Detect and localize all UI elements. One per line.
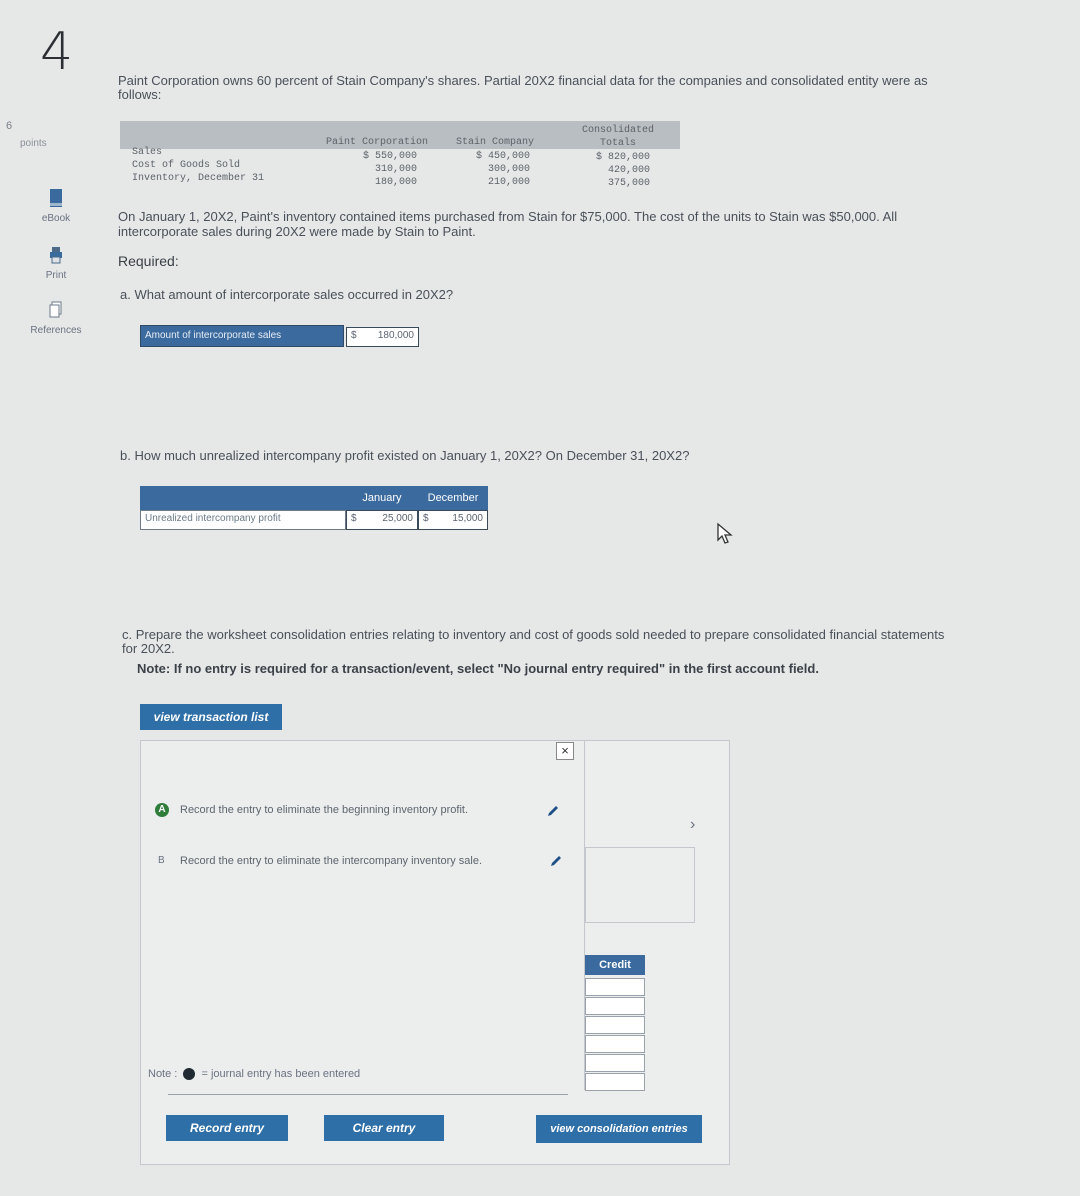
sidebar-item-references[interactable]: References [28,300,84,336]
part-b-row-label: Unrealized intercompany profit [140,510,346,530]
part-a-input[interactable]: $ 180,000 [346,327,419,347]
currency-symbol: $ [351,513,357,524]
sidebar-item-label: eBook [41,213,71,224]
col-header-stain: Stain Company [456,137,535,148]
consolidated-sales: $ 820,000 [595,152,650,163]
next-arrow-icon[interactable]: › [690,816,695,834]
paint-cogs: 310,000 [374,164,417,175]
entry-a-badge: A [155,803,169,817]
consolidated-cogs: 420,000 [607,165,650,176]
entry-detail-box [585,847,695,923]
references-icon [28,300,84,323]
entry-a-text[interactable]: Record the entry to eliminate the beginn… [180,803,510,817]
mouse-cursor-icon [716,522,736,551]
intro-text: Paint Corporation owns 60 percent of Sta… [118,73,928,102]
part-c-note: Note: If no entry is required for a tran… [137,661,819,676]
entry-b-text[interactable]: Record the entry to eliminate the interc… [180,854,525,868]
points-label: points [20,138,47,149]
legend-note-prefix: Note : [148,1068,178,1080]
part-b-december-input[interactable]: $ 15,000 [418,510,488,530]
book-icon [28,188,84,211]
print-icon [28,245,84,268]
currency-symbol: $ [351,330,357,341]
row-label-sales: Sales [132,147,163,158]
close-icon[interactable]: × [556,742,574,760]
paint-sales: $ 550,000 [362,151,417,162]
col-header-paint: Paint Corporation [326,137,429,148]
legend-note: Note : = journal entry has been entered [148,1068,361,1081]
col-header-january: January [346,486,418,510]
divider [168,1094,568,1095]
currency-symbol: $ [423,513,429,524]
stain-cogs: 300,000 [487,164,530,175]
col-header-consolidated: Consolidated Totals [581,125,654,149]
credit-input[interactable] [585,1035,645,1053]
credit-input[interactable] [585,1073,645,1091]
credit-header: Credit [585,955,645,975]
part-c-question: c. Prepare the worksheet consolidation e… [122,627,945,656]
edit-pencil-icon[interactable] [545,803,561,824]
points-value: 6 [6,120,13,132]
record-entry-button[interactable]: Record entry [166,1115,288,1141]
part-b-december-value: 15,000 [452,513,483,524]
legend-note-text: = journal entry has been entered [201,1068,361,1080]
view-consolidation-entries-button[interactable]: view consolidation entries [536,1115,702,1143]
row-label-inventory: Inventory, December 31 [132,173,265,184]
edit-pencil-icon[interactable] [548,853,564,874]
part-a-question: a. What amount of intercorporate sales o… [120,287,454,302]
clear-entry-button[interactable]: Clear entry [324,1115,444,1141]
required-label: Required: [118,253,179,269]
sidebar-item-ebook[interactable]: eBook [28,188,84,224]
row-label-cogs: Cost of Goods Sold [132,160,241,171]
consolidated-inventory: 375,000 [607,178,650,189]
part-b-january-input[interactable]: $ 25,000 [346,510,418,530]
paint-inventory: 180,000 [374,177,417,188]
sidebar-item-print[interactable]: Print [28,245,84,281]
credit-input[interactable] [585,1016,645,1034]
sidebar-item-label: Print [45,270,67,281]
credit-input[interactable] [585,997,645,1015]
credit-input[interactable] [585,1054,645,1072]
part-b-header-band [140,486,348,510]
part-a-row-label: Amount of intercorporate sales [140,325,344,347]
credit-input[interactable] [585,978,645,996]
stain-inventory: 210,000 [487,177,530,188]
col-header-december: December [418,486,488,510]
entry-b-badge: B [158,855,165,866]
view-transaction-list-button[interactable]: view transaction list [140,704,282,730]
part-b-question: b. How much unrealized intercompany prof… [120,448,690,463]
question-number: 4 [40,22,74,82]
sidebar-item-label: References [30,325,82,336]
scenario-paragraph: On January 1, 20X2, Paint's inventory co… [118,209,898,239]
stain-sales: $ 450,000 [475,151,530,162]
part-b-january-value: 25,000 [382,513,413,524]
entered-indicator-icon [183,1068,196,1081]
part-a-value: 180,000 [377,330,414,341]
